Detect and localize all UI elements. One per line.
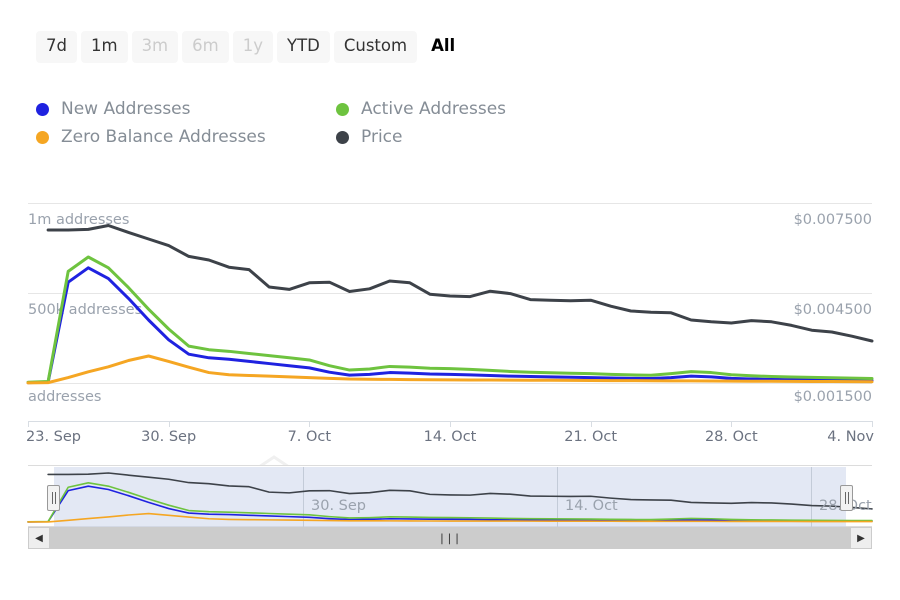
x-axis-tick xyxy=(450,421,451,427)
legend-item-active-addresses[interactable]: Active Addresses xyxy=(336,96,596,122)
scroll-right-arrow-icon[interactable]: ▶ xyxy=(850,527,872,549)
legend-item-new-addresses[interactable]: New Addresses xyxy=(36,96,336,122)
scroll-left-arrow-icon[interactable]: ◀ xyxy=(28,527,50,549)
x-axis-tick-label: 30. Sep xyxy=(141,429,197,445)
x-axis-tick-label: 21. Oct xyxy=(564,429,618,445)
navigator-series xyxy=(27,472,873,523)
legend-item-price[interactable]: Price xyxy=(336,124,596,150)
navigator-x-label-2: 14. Oct xyxy=(565,498,618,514)
range-button-6m: 6m xyxy=(182,31,229,63)
legend-dot-icon-active-addresses xyxy=(336,102,349,116)
x-axis: 23. Sep 30. Sep 7. Oct 14. Oct 21. Oct 28. Oc… xyxy=(26,421,874,451)
legend-item-zero-balance-addresses[interactable]: Zero Balance Addresses xyxy=(36,124,336,150)
legend-label-price: Price xyxy=(361,126,403,147)
x-axis-tick-label: 28. Oct xyxy=(704,429,758,445)
chart-navigator[interactable]: 30. Sep 14. Oct 28. Oct ◀ ||| ▶ xyxy=(27,465,873,549)
x-axis-tick xyxy=(731,421,733,427)
range-button-1m[interactable]: 1m xyxy=(80,31,128,63)
chart-container: 1m addresses 500k addresses addresses $0… xyxy=(0,185,900,517)
x-axis-tick-label: 7. Oct xyxy=(287,429,332,445)
range-button-all[interactable]: All xyxy=(421,31,465,63)
navigator-handle-left[interactable] xyxy=(47,485,60,511)
legend-dot-icon-price xyxy=(336,130,349,144)
range-selector: 7d 1m 3m 6m 1y YTD Custom All xyxy=(36,31,465,63)
x-axis-tick xyxy=(168,421,170,427)
x-axis-tick xyxy=(590,421,592,427)
scrollbar-grip-icon: ||| xyxy=(438,531,462,545)
scrollbar-thumb[interactable]: ||| xyxy=(50,527,850,549)
range-button-3m: 3m xyxy=(131,31,179,63)
navigator-scrollbar[interactable]: ◀ ||| ▶ xyxy=(28,527,872,549)
x-axis-tick xyxy=(28,421,29,427)
x-axis-tick-label: 4. Nov xyxy=(827,429,874,445)
legend-dot-icon-zero-balance-addresses xyxy=(36,130,49,144)
range-button-custom[interactable]: Custom xyxy=(333,31,418,63)
navigator-track[interactable]: 30. Sep 14. Oct 28. Oct xyxy=(27,465,873,527)
legend-label-new-addresses: New Addresses xyxy=(61,98,191,119)
plot-area xyxy=(26,203,874,421)
range-button-1y: 1y xyxy=(232,31,273,63)
range-button-7d[interactable]: 7d xyxy=(36,31,77,63)
series-lines xyxy=(26,224,874,385)
navigator-handle-right[interactable] xyxy=(840,485,853,511)
x-axis-tick-label: 14. Oct xyxy=(423,429,477,445)
legend-label-active-addresses: Active Addresses xyxy=(361,98,507,119)
legend-dot-icon-new-addresses xyxy=(36,102,49,116)
navigator-x-label-1: 30. Sep xyxy=(311,498,366,514)
x-axis-tick-label: 23. Sep xyxy=(26,429,81,445)
legend-label-zero-balance-addresses: Zero Balance Addresses xyxy=(61,126,266,147)
chart-legend: New Addresses Active Addresses Zero Bala… xyxy=(36,96,596,150)
range-button-ytd[interactable]: YTD xyxy=(276,31,330,63)
x-axis-tick xyxy=(872,421,873,427)
x-axis-tick xyxy=(309,421,311,427)
